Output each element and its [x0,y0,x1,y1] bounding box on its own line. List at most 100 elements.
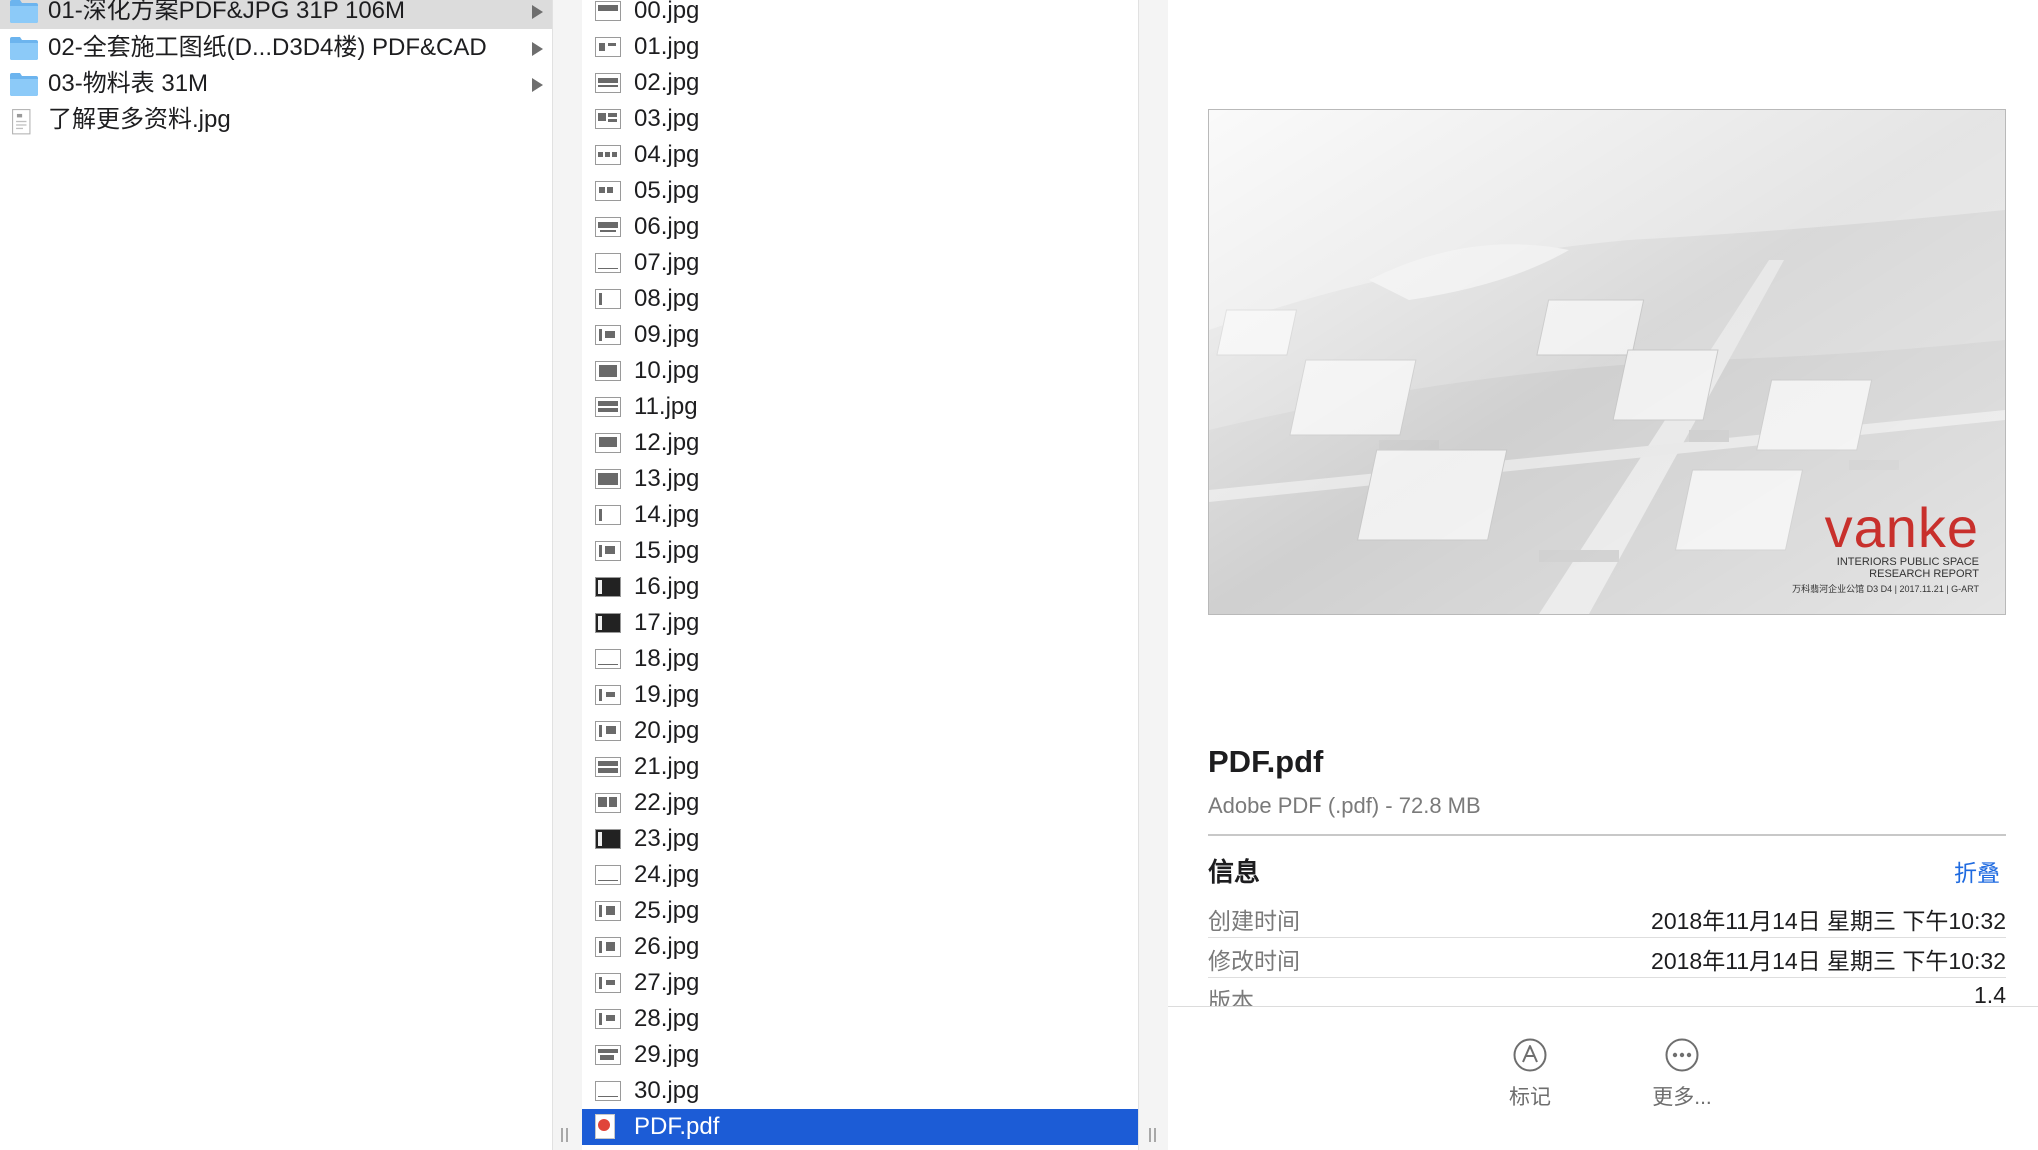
file-row-jpg[interactable]: 09.jpg [582,317,1138,353]
disclosure-arrow-icon [532,5,543,19]
file-label: 26.jpg [634,933,700,960]
folder-icon [10,73,38,96]
column-2: 00.jpg 01.jpg 02.jpg 03.jpg 04.jpg 05.jpg 06.j… [582,0,1139,1150]
folder-row-03[interactable]: 03-物料表 31M [0,66,552,102]
file-label: 22.jpg [634,789,700,816]
file-row-jpg[interactable]: 07.jpg [582,245,1138,281]
disclosure-arrow-icon [532,78,543,92]
markup-button[interactable]: 标记 [1470,1031,1590,1121]
image-thumbnail-icon [595,757,621,777]
folder-row-02[interactable]: 02-全套施工图纸(D...D3D4楼) PDF&CAD [0,30,552,66]
file-row-jpg[interactable]: 04.jpg [582,137,1138,173]
file-row-jpg[interactable]: 02.jpg [582,65,1138,101]
folder-label: 02-全套施工图纸(D...D3D4楼) PDF&CAD [48,34,487,61]
column-resize-handle[interactable] [1148,1128,1158,1142]
pdf-cover-preview: vanke INTERIORS PUBLIC SPACE RESEARCH RE… [1208,109,2006,615]
file-label: 14.jpg [634,501,700,528]
image-thumbnail-icon [595,577,621,597]
preview-pane: vanke INTERIORS PUBLIC SPACE RESEARCH RE… [1168,0,2038,1150]
info-key: 创建时间 [1208,908,1300,934]
file-label: 16.jpg [634,573,700,600]
markup-pen-icon [1513,1038,1547,1072]
image-thumbnail-icon [595,469,621,489]
file-row-jpg[interactable]: 23.jpg [582,821,1138,857]
image-file-icon [12,109,31,135]
file-row-jpg[interactable]: 26.jpg [582,929,1138,965]
info-value: 2018年11月14日 星期三 下午10:32 [1651,948,2006,974]
image-thumbnail-icon [595,145,621,165]
file-row-jpg[interactable]: 24.jpg [582,857,1138,893]
file-label: 00.jpg [634,0,700,24]
file-row-jpg[interactable]: 10.jpg [582,353,1138,389]
image-thumbnail-icon [595,37,621,57]
file-label: 24.jpg [634,861,700,888]
column-divider [553,0,582,1150]
file-row-jpg[interactable]: 01.jpg [582,29,1138,65]
folder-row-01[interactable]: 01-深化方案PDF&JPG 31P 106M [0,0,552,29]
file-label: 19.jpg [634,681,700,708]
file-row-jpg[interactable]: 18.jpg [582,641,1138,677]
image-thumbnail-icon [595,541,621,561]
info-value: 2018年11月14日 星期三 下午10:32 [1651,908,2006,934]
image-thumbnail-icon [595,937,621,957]
more-ellipsis-icon [1665,1038,1699,1072]
image-thumbnail-icon [595,109,621,129]
file-row-jpg[interactable]: 06.jpg [582,209,1138,245]
pdf-file-icon [595,1114,615,1139]
file-row-jpg[interactable]: 14.jpg [582,497,1138,533]
image-thumbnail-icon [595,1,621,21]
file-label: 17.jpg [634,609,700,636]
image-thumbnail-icon [595,73,621,93]
file-label: 30.jpg [634,1077,700,1104]
file-row-jpg[interactable]: 27.jpg [582,965,1138,1001]
file-row-jpg[interactable]: 08.jpg [582,281,1138,317]
image-thumbnail-icon [595,325,621,345]
file-row-jpg[interactable]: 28.jpg [582,1001,1138,1037]
file-row-pdf[interactable]: PDF.pdf [582,1109,1138,1145]
file-label: 12.jpg [634,429,700,456]
file-name-title: PDF.pdf [1208,744,1324,779]
file-row-jpg[interactable]: 12.jpg [582,425,1138,461]
file-kind-size: Adobe PDF (.pdf) - 72.8 MB [1208,793,1481,818]
file-row-jpg[interactable]: 21.jpg [582,749,1138,785]
cover-subtitle-3: 万科翡河企业公馆 D3 D4 | 2017.11.21 | G-ART [1792,584,1979,594]
file-row-jpg[interactable]: 11.jpg [582,389,1138,425]
image-thumbnail-icon [595,397,621,417]
file-row-jpg[interactable]: 16.jpg [582,569,1138,605]
image-thumbnail-icon [595,1009,621,1029]
file-label: 13.jpg [634,465,700,492]
file-row-jpg[interactable]: 13.jpg [582,461,1138,497]
file-row-jpg[interactable]: 20.jpg [582,713,1138,749]
column-resize-handle[interactable] [560,1128,570,1142]
file-label: 10.jpg [634,357,700,384]
file-row-jpg[interactable]: 29.jpg [582,1037,1138,1073]
collapse-link[interactable]: 折叠 [1954,854,2000,888]
file-label: 27.jpg [634,969,700,996]
file-label: PDF.pdf [634,1113,720,1140]
file-label: 06.jpg [634,213,700,240]
info-row-created: 创建时间 2018年11月14日 星期三 下午10:32 [1208,898,2006,938]
file-row-more-info[interactable]: 了解更多资料.jpg [0,102,552,138]
file-label: 29.jpg [634,1041,700,1068]
info-row-modified: 修改时间 2018年11月14日 星期三 下午10:32 [1208,938,2006,978]
file-row-jpg[interactable]: 19.jpg [582,677,1138,713]
file-row-jpg[interactable]: 03.jpg [582,101,1138,137]
file-row-jpg[interactable]: 30.jpg [582,1073,1138,1109]
file-row-jpg[interactable]: 15.jpg [582,533,1138,569]
image-thumbnail-icon [595,793,621,813]
file-label: 20.jpg [634,717,700,744]
file-row-jpg[interactable]: 17.jpg [582,605,1138,641]
more-button[interactable]: 更多... [1622,1031,1742,1121]
file-row-jpg[interactable]: 05.jpg [582,173,1138,209]
file-label: 23.jpg [634,825,700,852]
file-label: 08.jpg [634,285,700,312]
file-row-jpg[interactable]: 25.jpg [582,893,1138,929]
file-row-jpg[interactable]: 22.jpg [582,785,1138,821]
cover-subtitle-1: INTERIORS PUBLIC SPACE [1836,556,1979,568]
file-label: 07.jpg [634,249,700,276]
file-row-jpg[interactable]: 00.jpg [582,0,1138,29]
image-thumbnail-icon [595,685,621,705]
file-label: 25.jpg [634,897,700,924]
file-label: 09.jpg [634,321,700,348]
folder-label: 03-物料表 31M [48,70,209,97]
